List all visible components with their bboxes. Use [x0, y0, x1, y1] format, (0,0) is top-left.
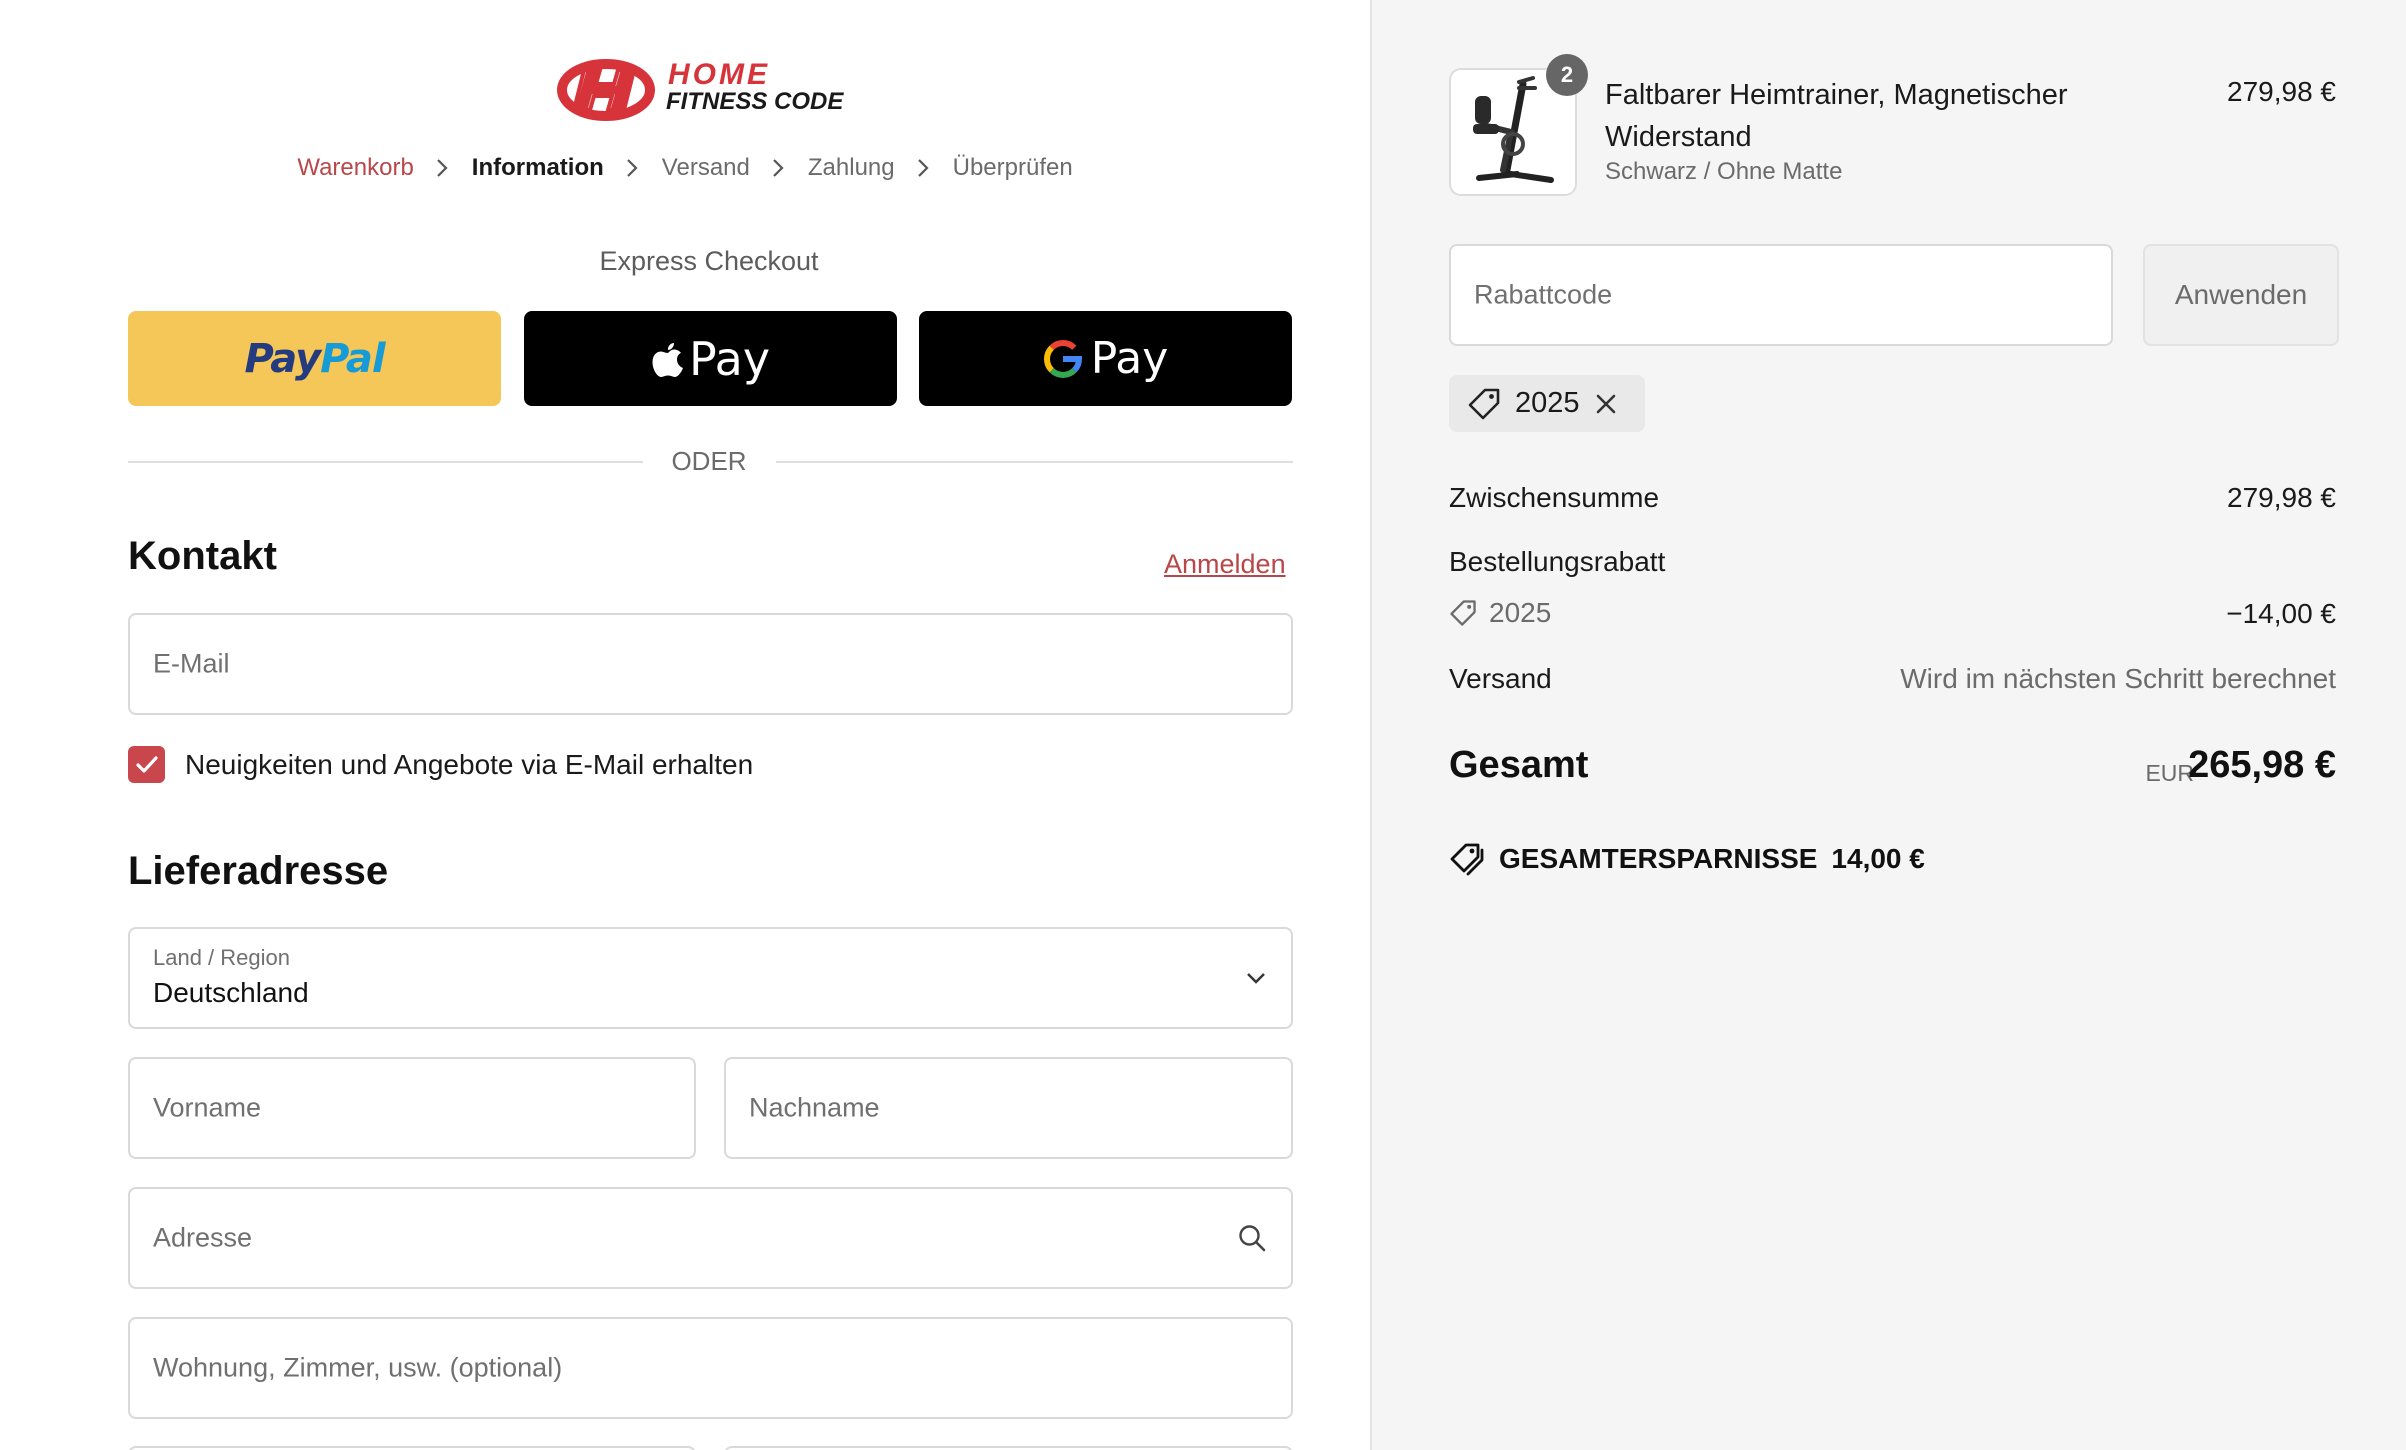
- divider-line-left: [128, 461, 643, 463]
- chevron-right-icon: [626, 158, 640, 178]
- postal-code-field[interactable]: [128, 1446, 696, 1450]
- last-name-field[interactable]: Nachname: [724, 1057, 1293, 1159]
- subtotal-value: 279,98 €: [2227, 482, 2336, 513]
- search-icon[interactable]: [1237, 1223, 1267, 1253]
- newsletter-label: Neuigkeiten und Angebote via E-Mail erha…: [185, 749, 754, 780]
- total-savings: GESAMTERSPARNISSE 14,00 €: [1449, 842, 1925, 876]
- google-pay-label: Pay: [1090, 333, 1169, 384]
- first-name-placeholder: Vorname: [153, 1092, 262, 1123]
- brand-h-icon: [557, 59, 655, 121]
- chevron-right-icon: [436, 158, 450, 178]
- paypal-logo: PayPal: [244, 335, 385, 382]
- breadcrumb-cart[interactable]: Warenkorb: [297, 154, 413, 182]
- discount-code-input[interactable]: Rabattcode: [1449, 244, 2113, 346]
- apartment-field[interactable]: Wohnung, Zimmer, usw. (optional): [128, 1317, 1293, 1419]
- apartment-placeholder: Wohnung, Zimmer, usw. (optional): [153, 1352, 563, 1383]
- google-pay-button[interactable]: Pay: [919, 311, 1292, 406]
- product-variant: Schwarz / Ohne Matte: [1605, 158, 1843, 185]
- applied-code-chip: 2025: [1449, 375, 1645, 432]
- applied-code-text: 2025: [1515, 387, 1580, 419]
- divider-or-label: ODER: [671, 446, 747, 476]
- product-name: Faltbarer Heimtrainer, Magnetischer Wide…: [1605, 79, 2068, 153]
- savings-label: GESAMTERSPARNISSE: [1499, 843, 1818, 874]
- shipping-value: Wird im nächsten Schritt berechnet: [1900, 663, 2336, 694]
- breadcrumb-payment: Zahlung: [807, 154, 895, 181]
- first-name-field[interactable]: Vorname: [128, 1057, 696, 1159]
- apple-pay-button[interactable]: Pay: [524, 311, 897, 406]
- contact-title: Kontakt: [128, 534, 277, 578]
- checkout-form-column: HOME FITNESS CODE Warenkorb Information …: [0, 0, 1370, 1450]
- paypal-logo-part1: Pay: [244, 335, 321, 382]
- paypal-button[interactable]: PayPal: [128, 311, 501, 406]
- login-link[interactable]: Anmelden: [1164, 549, 1286, 580]
- brand-name-line2: FITNESS CODE: [666, 88, 844, 115]
- shipping-label: Versand: [1449, 663, 1552, 694]
- country-select[interactable]: Land / Region Deutschland: [128, 927, 1293, 1029]
- total-currency: EUR: [2145, 760, 2194, 786]
- country-label: Land / Region: [153, 945, 290, 970]
- city-field[interactable]: [724, 1446, 1293, 1450]
- address-placeholder: Adresse: [153, 1222, 253, 1253]
- total-label: Gesamt: [1449, 744, 1589, 786]
- order-discount-code: 2025: [1449, 597, 1551, 629]
- chevron-right-icon: [772, 158, 786, 178]
- close-icon[interactable]: [1594, 392, 1618, 416]
- email-field[interactable]: E-Mail: [128, 613, 1293, 715]
- breadcrumb: Warenkorb Information Versand Zahlung Üb…: [0, 154, 1370, 182]
- tag-icon: [1468, 388, 1500, 419]
- chevron-right-icon: [917, 158, 931, 178]
- checkmark-icon: [135, 755, 158, 773]
- address-field[interactable]: Adresse: [128, 1187, 1293, 1289]
- apple-pay-label: Pay: [688, 331, 771, 386]
- google-g-icon: [1043, 339, 1082, 378]
- total-value: 265,98 €: [2188, 744, 2336, 786]
- brand-logo[interactable]: HOME FITNESS CODE: [556, 52, 866, 124]
- order-discount-code-text: 2025: [1489, 597, 1552, 628]
- delivery-title: Lieferadresse: [128, 849, 389, 893]
- country-value: Deutschland: [153, 977, 309, 1008]
- breadcrumb-information: Information: [471, 154, 604, 181]
- tags-icon: [1450, 843, 1484, 876]
- apply-discount-button[interactable]: Anwenden: [2143, 244, 2339, 346]
- order-summary-column: 2 Faltbarer Heimtrainer, Magnetischer Wi…: [1370, 0, 2406, 1450]
- tag-icon: [1450, 600, 1476, 626]
- divider-line-right: [776, 461, 1293, 463]
- newsletter-checkbox[interactable]: [128, 746, 165, 783]
- express-checkout-label: Express Checkout: [599, 246, 819, 276]
- last-name-placeholder: Nachname: [749, 1092, 880, 1123]
- apple-icon: [652, 342, 683, 377]
- email-placeholder: E-Mail: [153, 648, 230, 679]
- paypal-logo-part2: Pal: [320, 335, 385, 382]
- savings-value: 14,00 €: [1831, 843, 1925, 874]
- breadcrumb-shipping: Versand: [661, 154, 750, 181]
- order-discount-value: −14,00 €: [2226, 598, 2336, 629]
- subtotal-label: Zwischensumme: [1449, 482, 1660, 513]
- discount-code-placeholder: Rabattcode: [1474, 279, 1613, 310]
- quantity-badge: 2: [1546, 54, 1588, 96]
- product-price: 279,98 €: [2227, 76, 2336, 107]
- brand-name-line1: HOME: [668, 58, 770, 91]
- chevron-down-icon: [1245, 971, 1267, 985]
- breadcrumb-review: Überprüfen: [952, 154, 1073, 181]
- order-discount-label: Bestellungsrabatt: [1449, 546, 1666, 577]
